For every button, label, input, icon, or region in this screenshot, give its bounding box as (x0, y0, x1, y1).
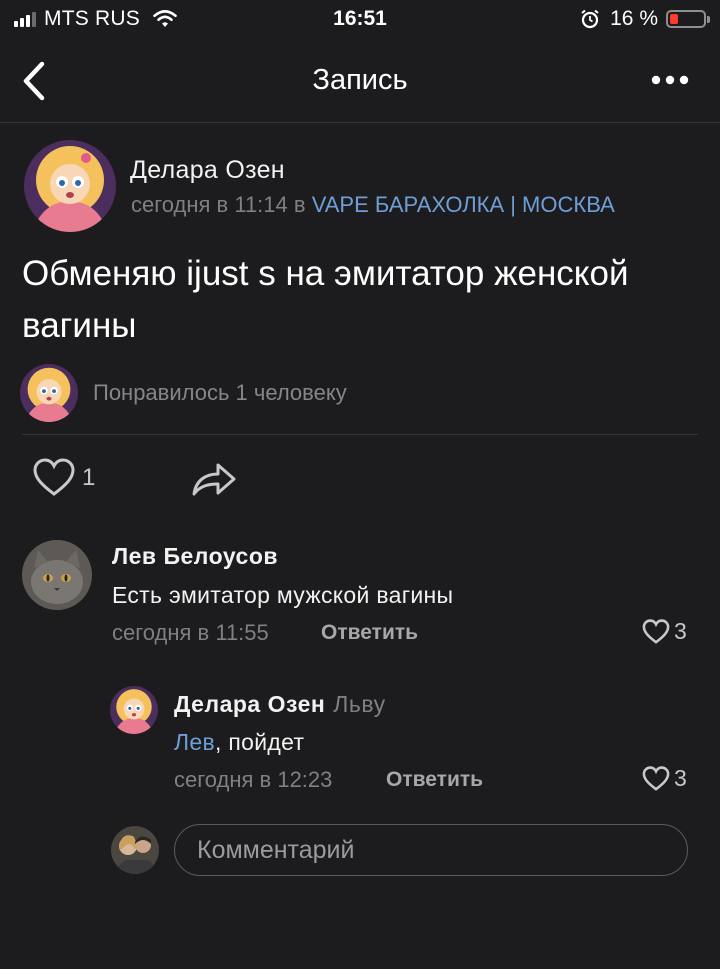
reply-button[interactable]: Ответить (386, 768, 483, 792)
reply-time: сегодня в 12:23 (174, 767, 333, 792)
post-in-word: в (293, 192, 306, 217)
reply-author-avatar[interactable] (110, 686, 158, 734)
community-link[interactable]: VAPE БАРАХОЛКА | МОСКВА (312, 192, 615, 217)
reply-author[interactable]: Делара Озен (174, 691, 325, 717)
mention-link[interactable]: Лев (174, 729, 215, 755)
comment-input[interactable] (174, 824, 688, 876)
page-title: Запись (312, 64, 408, 96)
battery-percent: 16 % (610, 7, 658, 30)
likes-summary[interactable]: Понравилось 1 человеку (93, 380, 347, 406)
post-meta: сегодня в 11:14 в VAPE БАРАХОЛКА | МОСКВ… (131, 192, 615, 218)
reply-like-button[interactable]: 3 (642, 765, 687, 792)
reply-button[interactable]: Ответить (321, 621, 418, 645)
post-time: сегодня в 11:14 (131, 192, 288, 217)
more-dots-icon[interactable] (650, 68, 690, 92)
like-button[interactable]: 1 (32, 458, 95, 498)
status-right: 16 % (580, 7, 710, 31)
liker-avatar[interactable] (20, 364, 78, 422)
divider (22, 434, 698, 435)
post-author-name[interactable]: Делара Озен (130, 156, 285, 185)
current-user-avatar[interactable] (111, 826, 159, 874)
post-author-avatar[interactable] (24, 140, 116, 232)
status-bar: MTS RUS 16:51 16 % (0, 0, 720, 40)
comment-time: сегодня в 11:55 (112, 620, 269, 645)
heart-icon (33, 458, 75, 496)
comment-author[interactable]: Лев Белоусов (112, 543, 278, 570)
like-count: 1 (82, 464, 96, 491)
alarm-icon (581, 9, 599, 29)
navigation-bar: Запись (0, 40, 720, 123)
reply-to-name[interactable]: Льву (333, 691, 385, 717)
heart-icon (642, 618, 670, 644)
reply-like-count: 3 (674, 765, 687, 791)
comment-avatar-cat[interactable] (22, 540, 92, 610)
reply-text: , пойдет (215, 729, 305, 755)
heart-icon (642, 765, 670, 791)
comment-like-button[interactable]: 3 (642, 618, 687, 645)
comment-text: Есть эмитатор мужской вагины (112, 582, 454, 608)
share-arrow-icon[interactable] (190, 460, 238, 498)
reply-author-line: Делара Озен Льву (174, 691, 386, 718)
battery-icon (666, 10, 710, 28)
post-text: Обменяю ijust s на эмитатор женской ваги… (22, 254, 629, 345)
comment-like-count: 3 (674, 618, 687, 644)
reply-text-line: Лев, пойдет (174, 729, 304, 756)
